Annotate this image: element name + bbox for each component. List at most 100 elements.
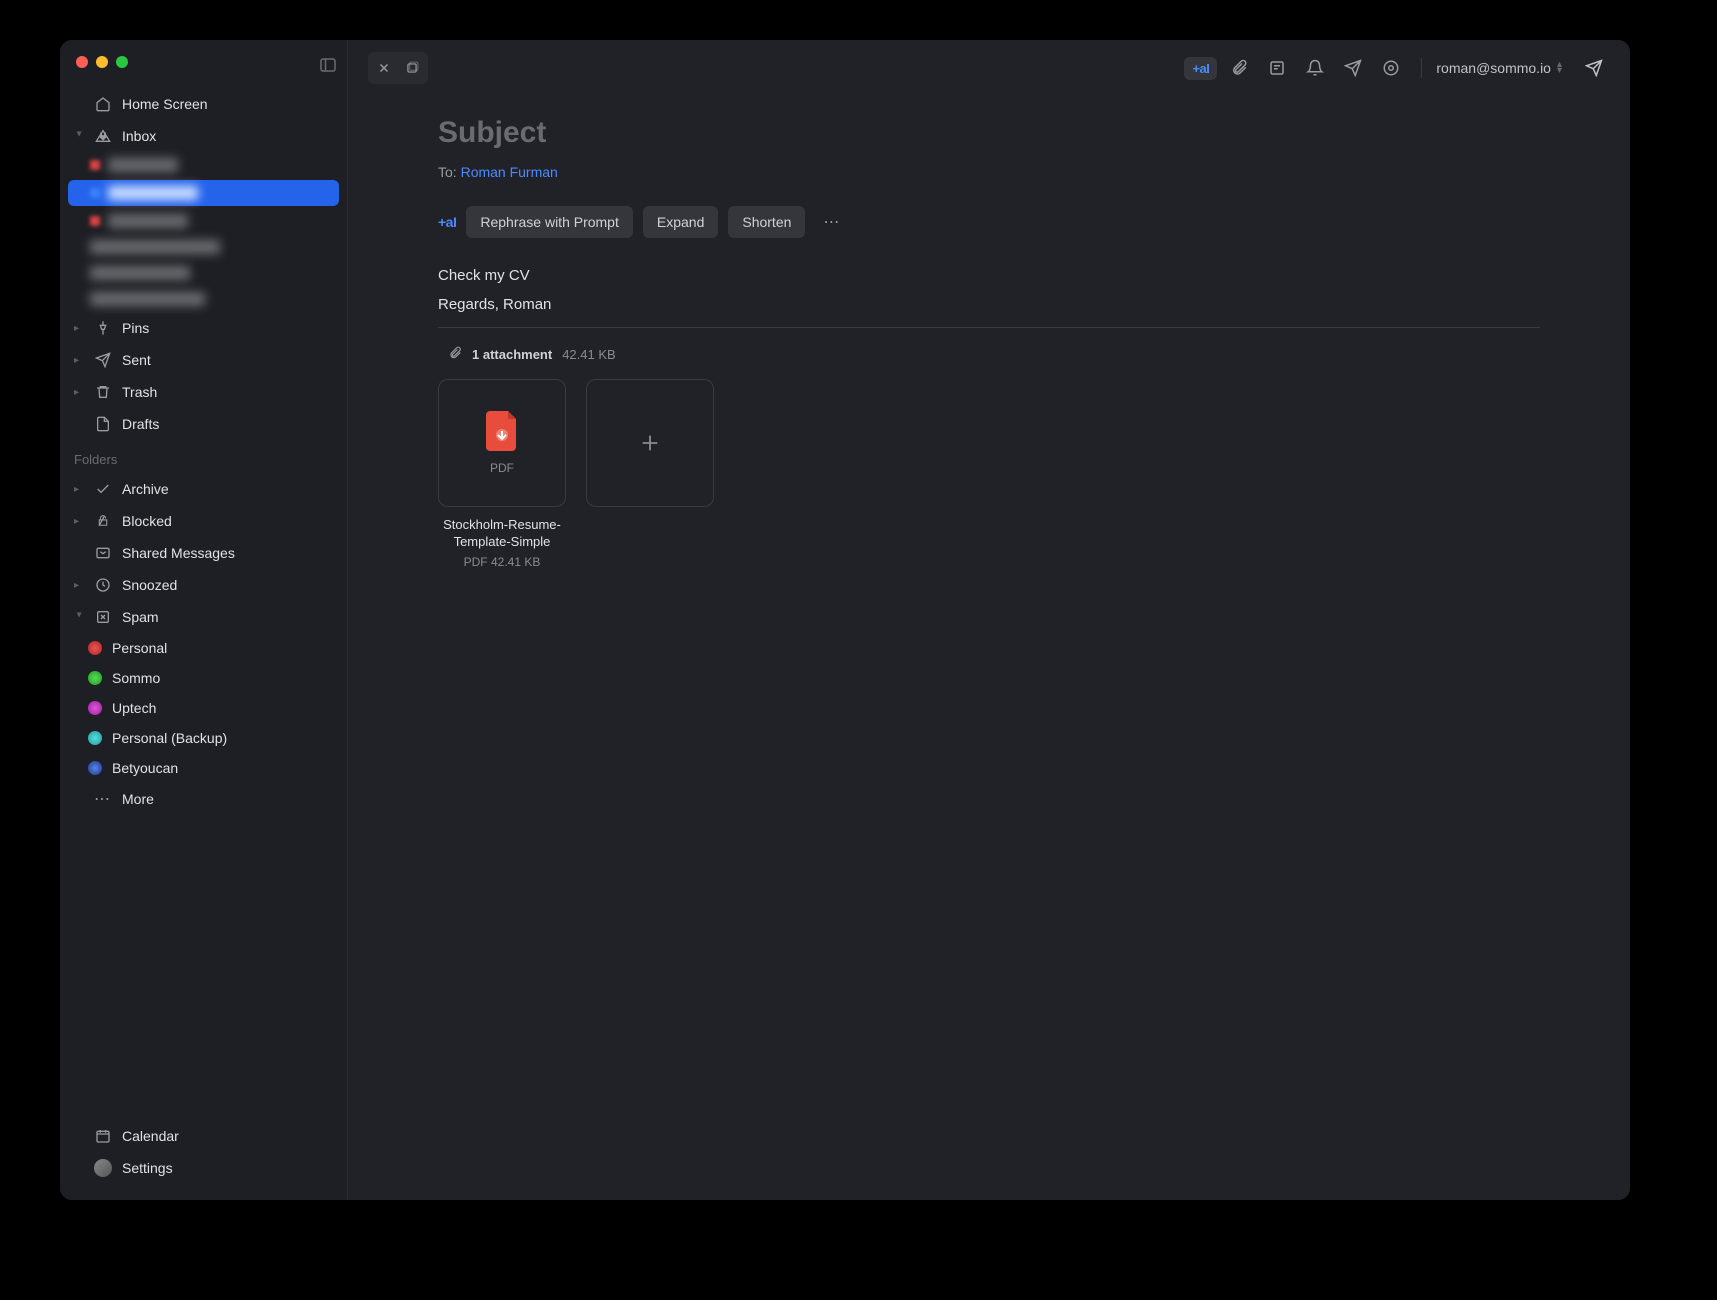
chevron-down-icon: ▸ — [74, 612, 85, 622]
inbox-account-redacted[interactable] — [60, 260, 347, 286]
sidebar-blocked[interactable]: ▸ Blocked — [60, 505, 347, 537]
chevron-right-icon: ▸ — [74, 355, 84, 366]
sidebar-account-sommo[interactable]: Sommo — [60, 663, 347, 693]
email-signature[interactable]: Regards, Roman — [438, 296, 1540, 328]
tracking-toolbar-icon[interactable] — [1375, 52, 1407, 84]
sidebar-account-uptech[interactable]: Uptech — [60, 693, 347, 723]
sidebar-spam[interactable]: ▸ Spam — [60, 601, 347, 633]
account-color-dot — [90, 160, 100, 170]
account-avatar-icon — [88, 641, 102, 655]
home-icon — [94, 95, 112, 113]
attachment-type-label: PDF — [490, 461, 514, 475]
drafts-icon — [94, 415, 112, 433]
redacted-text — [90, 266, 190, 280]
paperclip-icon — [448, 346, 462, 363]
sidebar-snoozed-label: Snoozed — [122, 577, 333, 593]
minimize-window-button[interactable] — [96, 56, 108, 68]
account-label: Sommo — [112, 670, 333, 686]
toolbar-divider — [1421, 58, 1422, 78]
account-color-dot — [90, 216, 100, 226]
trash-icon — [94, 383, 112, 401]
close-window-button[interactable] — [76, 56, 88, 68]
sidebar-spam-label: Spam — [122, 609, 333, 625]
ai-rephrase-button[interactable]: Rephrase with Prompt — [466, 206, 633, 238]
sidebar-calendar[interactable]: Calendar — [60, 1120, 347, 1152]
sidebar-home-label: Home Screen — [122, 96, 333, 112]
user-avatar-icon — [94, 1159, 112, 1177]
ai-expand-button[interactable]: Expand — [643, 206, 718, 238]
sidebar-archive[interactable]: ▸ Archive — [60, 473, 347, 505]
attachment-total-size: 42.41 KB — [562, 347, 616, 362]
sidebar-inbox[interactable]: ▸ Inbox — [60, 120, 347, 152]
spam-icon — [94, 608, 112, 626]
send-later-toolbar-icon[interactable] — [1337, 52, 1369, 84]
inbox-icon — [94, 127, 112, 145]
shared-icon — [94, 544, 112, 562]
inbox-account-redacted[interactable] — [60, 152, 347, 178]
to-field[interactable]: To: Roman Furman — [438, 164, 1540, 180]
from-account-label: roman@sommo.io — [1436, 60, 1551, 76]
blocked-icon — [94, 512, 112, 530]
sidebar-account-personal[interactable]: Personal — [60, 633, 347, 663]
sidebar-pins-label: Pins — [122, 320, 333, 336]
redacted-text — [90, 292, 205, 306]
add-attachment-button[interactable] — [586, 379, 714, 507]
inbox-account-redacted[interactable] — [60, 234, 347, 260]
updown-icon: ▴▾ — [1557, 62, 1562, 74]
ai-actions-row: +aI Rephrase with Prompt Expand Shorten … — [438, 204, 1540, 240]
attachment-filename: Stockholm-Resume-Template-Simple — [438, 517, 566, 551]
sidebar-toggle-icon[interactable] — [320, 58, 336, 72]
sidebar-account-personal-backup[interactable]: Personal (Backup) — [60, 723, 347, 753]
app-window: Home Screen ▸ Inbox — [60, 40, 1630, 1200]
popout-tab-button[interactable] — [398, 54, 426, 82]
sidebar-account-betyoucan[interactable]: Betyoucan — [60, 753, 347, 783]
sidebar-sent[interactable]: ▸ Sent — [60, 344, 347, 376]
sidebar-home[interactable]: Home Screen — [60, 88, 347, 120]
chevron-right-icon: ▸ — [74, 516, 84, 527]
window-traffic-lights — [76, 56, 128, 68]
toolbar: +aI roman@sommo.io ▴▾ — [348, 40, 1630, 96]
attachment-toolbar-icon[interactable] — [1223, 52, 1255, 84]
sidebar-trash[interactable]: ▸ Trash — [60, 376, 347, 408]
sidebar-drafts[interactable]: Drafts — [60, 408, 347, 440]
attachment-thumb[interactable]: PDF — [438, 379, 566, 507]
sidebar-inbox-label: Inbox — [122, 128, 333, 144]
recipient-chip[interactable]: Roman Furman — [461, 164, 558, 180]
inbox-account-redacted[interactable] — [60, 286, 347, 312]
main-pane: +aI roman@sommo.io ▴▾ — [348, 40, 1630, 1200]
to-label: To: — [438, 164, 457, 180]
email-body[interactable]: Check my CV — [438, 264, 1540, 288]
account-avatar-icon — [88, 731, 102, 745]
template-toolbar-icon[interactable] — [1261, 52, 1293, 84]
from-account-select[interactable]: roman@sommo.io ▴▾ — [1436, 60, 1562, 76]
ai-shorten-button[interactable]: Shorten — [728, 206, 805, 238]
ai-badge[interactable]: +aI — [1184, 57, 1217, 80]
sidebar-shared[interactable]: Shared Messages — [60, 537, 347, 569]
attachment-row: PDF Stockholm-Resume-Template-Simple PDF… — [438, 379, 1540, 569]
sidebar-settings[interactable]: Settings — [60, 1152, 347, 1184]
sidebar-more[interactable]: ⋯ More — [60, 783, 347, 815]
pin-icon — [94, 319, 112, 337]
sidebar-snoozed[interactable]: ▸ Snoozed — [60, 569, 347, 601]
send-button[interactable] — [1578, 52, 1610, 84]
inbox-account-redacted[interactable] — [60, 208, 347, 234]
chevron-right-icon: ▸ — [74, 580, 84, 591]
compose-area: Subject To: Roman Furman +aI Rephrase wi… — [348, 96, 1630, 589]
subject-input[interactable]: Subject — [438, 116, 1540, 150]
more-icon: ⋯ — [94, 790, 112, 808]
close-tab-button[interactable] — [370, 54, 398, 82]
sidebar-settings-label: Settings — [122, 1160, 333, 1176]
sidebar-pins[interactable]: ▸ Pins — [60, 312, 347, 344]
sidebar-blocked-label: Blocked — [122, 513, 333, 529]
ai-more-button[interactable]: ⋯ — [815, 204, 847, 240]
attachment-count: 1 attachment — [472, 347, 552, 362]
inbox-account-redacted-selected[interactable] — [68, 180, 339, 206]
window-tab-controls — [368, 52, 428, 84]
maximize-window-button[interactable] — [116, 56, 128, 68]
account-label: Betyoucan — [112, 760, 333, 776]
chevron-down-icon: ▸ — [74, 131, 85, 141]
redacted-text — [108, 214, 188, 228]
redacted-text — [108, 186, 198, 200]
reminder-toolbar-icon[interactable] — [1299, 52, 1331, 84]
folders-section-label: Folders — [60, 440, 347, 473]
